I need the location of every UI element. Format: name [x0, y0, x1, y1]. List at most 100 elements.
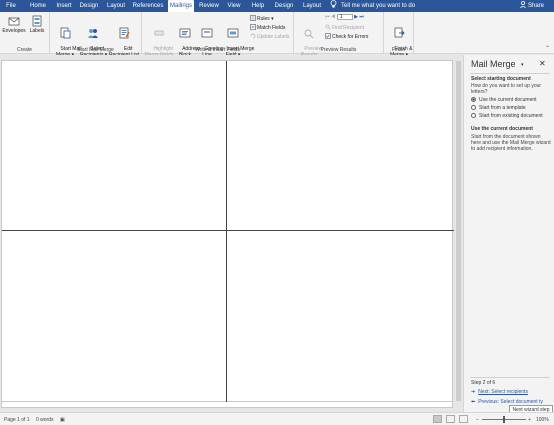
document-merge-icon — [60, 27, 71, 39]
labels-icon — [32, 15, 42, 27]
tell-me-search[interactable]: Tell me what you want to do — [330, 0, 415, 12]
address-block-icon — [179, 28, 191, 38]
vertical-scrollbar[interactable] — [455, 55, 462, 412]
next-step-link[interactable]: ➜ Next: Select recipients — [471, 389, 528, 395]
arrow-right-icon: ➜ — [471, 389, 476, 395]
envelopes-button[interactable]: Envelopes — [2, 15, 26, 34]
find-recipient-button[interactable]: Find Recipient — [325, 24, 364, 32]
next-step-label: Next: Select recipients — [478, 389, 528, 395]
group-write-insert-fields: Highlight Merge Fields Address Block Gre… — [142, 12, 294, 58]
zoom-in-icon[interactable]: + — [528, 417, 531, 423]
section1-heading: Select starting document — [471, 76, 531, 82]
labels-label: Labels — [29, 28, 45, 34]
option-label: Use the current document — [479, 97, 537, 103]
label-page[interactable] — [1, 60, 454, 403]
envelopes-label: Envelopes — [2, 28, 26, 34]
option-label: Start from a template — [479, 105, 526, 111]
option-template[interactable]: Start from a template — [471, 105, 526, 111]
group-create: Envelopes Labels Create — [0, 12, 50, 54]
group-write-label: Write & Insert Fields — [195, 47, 240, 53]
zoom-slider-thumb[interactable] — [503, 416, 505, 423]
rules-button[interactable]: Rules ▾ — [250, 15, 274, 23]
tab-mailings[interactable]: Mailings — [168, 0, 194, 12]
check-for-errors-button[interactable]: Check for Errors — [325, 33, 368, 41]
pane-divider — [470, 73, 550, 74]
match-fields-label: Match Fields — [257, 25, 286, 31]
table-horizontal-gridline — [2, 230, 454, 231]
status-bar: Page 1 of 1 0 words ▣ − + 100% — [0, 412, 554, 425]
match-fields-button[interactable]: Match Fields — [250, 24, 285, 32]
recipients-icon — [88, 29, 98, 38]
tab-home[interactable]: Home — [27, 0, 49, 12]
tell-me-text: Tell me what you want to do — [341, 3, 416, 9]
option-label: Start from existing document — [479, 113, 543, 119]
option-current-document[interactable]: Use the current document — [471, 97, 537, 103]
tab-insert[interactable]: Insert — [53, 0, 75, 12]
previous-record-icon[interactable]: ◀ — [331, 14, 335, 20]
find-recipient-icon — [325, 24, 331, 30]
tab-references[interactable]: References — [132, 0, 164, 12]
scrollbar-thumb[interactable] — [456, 61, 461, 401]
preview-icon — [304, 29, 314, 39]
mail-merge-pane: Mail Merge ▾ ✕ Select starting document … — [463, 55, 554, 412]
first-record-icon[interactable]: ⏮ — [325, 14, 330, 20]
record-number-field[interactable]: 1 — [336, 14, 353, 20]
wizard-step-label: Step 2 of 6 — [471, 380, 496, 386]
update-labels-icon — [250, 33, 256, 39]
pane-divider — [470, 377, 550, 378]
page-bottom-strip — [1, 402, 453, 408]
page-count[interactable]: Page 1 of 1 — [4, 417, 30, 423]
tab-table-design[interactable]: Design — [271, 0, 297, 12]
collapse-ribbon-icon[interactable]: ⌃ — [545, 45, 550, 52]
proofing-icon[interactable]: ▣ — [60, 417, 65, 423]
group-start-label: Start Mail Merge — [77, 47, 114, 53]
ribbon-tab-bar: File Home Insert Design Layout Reference… — [0, 0, 554, 12]
check-errors-icon — [325, 33, 331, 39]
tab-layout[interactable]: Layout — [104, 0, 128, 12]
tab-table-layout[interactable]: Layout — [300, 0, 324, 12]
tab-file[interactable]: File — [2, 0, 20, 12]
zoom-level[interactable]: 100% — [536, 417, 549, 423]
section2-heading: Use the current document — [471, 126, 533, 132]
lightbulb-icon — [330, 0, 337, 8]
read-mode-icon[interactable] — [433, 415, 442, 423]
group-start-mail-merge: Start Mail Merge ▾ Select Recipients ▾ E… — [50, 12, 142, 58]
web-layout-icon[interactable] — [459, 415, 468, 423]
word-count[interactable]: 0 words — [36, 417, 54, 423]
group-preview-results: Preview Results ⏮ ◀ 1 ▶ ⏭ Find Recipient… — [294, 12, 384, 58]
section2-text: Start from the document shown here and u… — [471, 134, 551, 152]
match-fields-icon — [250, 24, 256, 30]
section1-text: How do you want to set up your letters? — [471, 83, 542, 95]
radio-selected[interactable] — [471, 97, 476, 102]
print-layout-icon[interactable] — [446, 415, 455, 423]
rules-icon — [250, 15, 256, 21]
last-record-icon[interactable]: ⏭ — [359, 14, 364, 20]
finish-merge-icon — [394, 27, 405, 38]
find-recipient-label: Find Recipient — [332, 25, 364, 31]
radio-unselected[interactable] — [471, 105, 476, 110]
update-labels-button[interactable]: Update Labels — [250, 33, 289, 41]
insert-field-icon — [227, 28, 239, 38]
radio-unselected[interactable] — [471, 113, 476, 118]
group-finish-label: Finish — [391, 47, 406, 53]
record-navigator: ⏮ ◀ 1 ▶ ⏭ — [325, 14, 364, 21]
rules-label: Rules ▾ — [257, 16, 274, 22]
envelope-icon — [8, 17, 20, 26]
table-vertical-gridline — [226, 61, 227, 403]
share-button[interactable]: Share — [520, 0, 544, 12]
next-record-icon[interactable]: ▶ — [354, 14, 358, 20]
pane-close-icon[interactable]: ✕ — [539, 59, 546, 68]
zoom-out-icon[interactable]: − — [476, 417, 479, 423]
tab-review[interactable]: Review — [197, 0, 221, 12]
pane-options-chevron-icon[interactable]: ▾ — [521, 62, 524, 68]
check-for-errors-label: Check for Errors — [332, 34, 369, 40]
document-area — [0, 55, 462, 412]
tab-design[interactable]: Design — [78, 0, 100, 12]
tab-help[interactable]: Help — [248, 0, 268, 12]
tab-view[interactable]: View — [224, 0, 244, 12]
arrow-left-icon: ⬅ — [471, 399, 476, 405]
ribbon: Envelopes Labels Create Start Mail Merge… — [0, 12, 554, 58]
labels-button[interactable]: Labels — [27, 15, 47, 34]
greeting-line-icon — [201, 28, 213, 38]
option-existing-document[interactable]: Start from existing document — [471, 113, 543, 119]
